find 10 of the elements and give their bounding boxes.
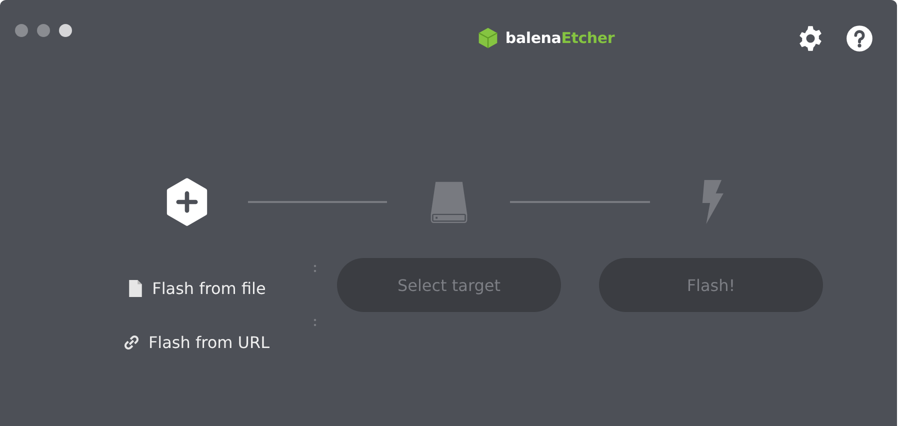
cube-logo-icon (477, 26, 500, 50)
add-image-icon[interactable] (165, 178, 209, 226)
file-icon (128, 280, 144, 296)
flash-from-file-button[interactable]: Flash from file (128, 273, 266, 303)
help-icon[interactable] (846, 24, 873, 52)
window-zoom-button[interactable] (59, 24, 72, 36)
flash-from-url-button[interactable]: Flash from URL (124, 327, 270, 357)
app-logo-text: balenaEtcher (505, 29, 615, 47)
settings-icon[interactable] (796, 24, 824, 52)
link-icon (124, 334, 140, 350)
